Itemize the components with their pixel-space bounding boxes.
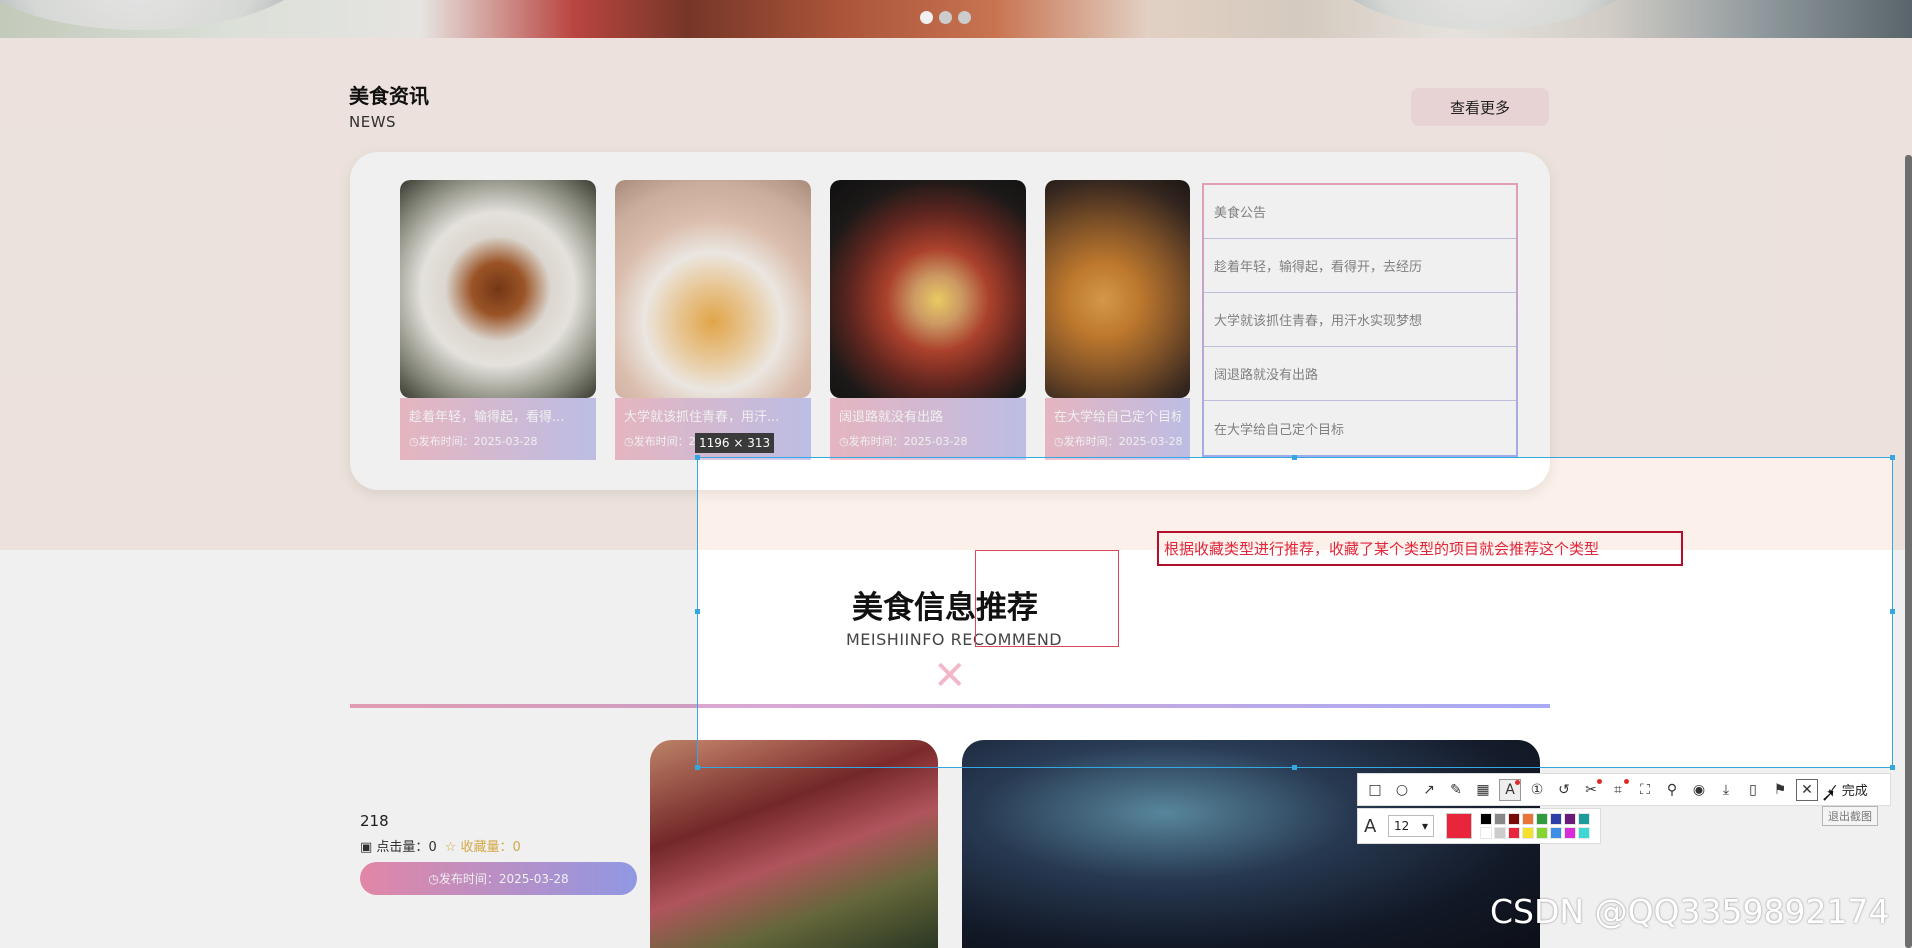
resize-handle[interactable]	[1890, 455, 1895, 460]
color-swatch[interactable]	[1508, 813, 1520, 825]
capture-toolbar: □ ○ ↗ ✎ ▦ A ① ↺ ✂ ⌗ ⛶ ⚲ ◉ ⤓ ▯ ⚑ ✕ ✓ 完成	[1357, 773, 1891, 806]
resize-handle[interactable]	[1292, 765, 1297, 770]
color-swatch[interactable]	[1564, 813, 1576, 825]
bookmark-icon[interactable]: ⚑	[1769, 779, 1791, 801]
text-annotation[interactable]: 根据收藏类型进行推荐，收藏了某个类型的项目就会推荐这个类型	[1157, 531, 1683, 566]
current-color-swatch[interactable]	[1446, 813, 1472, 839]
capture-dim-left	[0, 457, 697, 948]
color-swatch[interactable]	[1494, 827, 1506, 839]
color-swatch[interactable]	[1564, 827, 1576, 839]
translate-icon[interactable]: ⌗	[1607, 778, 1629, 801]
selection-size-label: 1196 × 313	[695, 433, 775, 453]
pen-icon[interactable]: ✎	[1445, 779, 1467, 801]
rectangle-annotation[interactable]	[975, 550, 1119, 647]
save-icon[interactable]: ⤓	[1715, 779, 1737, 801]
capture-dim-top	[0, 0, 1912, 457]
resize-handle[interactable]	[1292, 455, 1297, 460]
color-swatch[interactable]	[1494, 813, 1506, 825]
color-swatch[interactable]	[1508, 827, 1520, 839]
undo-icon[interactable]: ↺	[1553, 779, 1575, 801]
cutout-icon[interactable]: ✂	[1580, 778, 1602, 801]
color-swatch[interactable]	[1536, 813, 1548, 825]
arrow-icon[interactable]: ↗	[1418, 779, 1440, 801]
long-capture-icon[interactable]: ⛶	[1634, 779, 1656, 801]
chevron-down-icon: ▾	[1421, 819, 1428, 833]
resize-handle[interactable]	[1890, 765, 1895, 770]
rect-icon[interactable]: □	[1364, 779, 1386, 801]
text-icon[interactable]: A	[1499, 778, 1521, 801]
page-scrollbar[interactable]	[1905, 155, 1912, 948]
mosaic-icon[interactable]: ▦	[1472, 779, 1494, 801]
resize-handle[interactable]	[695, 455, 700, 460]
number-icon[interactable]: ①	[1526, 779, 1548, 801]
ellipse-icon[interactable]: ○	[1391, 779, 1413, 801]
font-size-select[interactable]: 12 ▾	[1388, 815, 1434, 837]
phone-icon[interactable]: ▯	[1742, 779, 1764, 801]
resize-handle[interactable]	[695, 609, 700, 614]
color-swatch[interactable]	[1522, 813, 1534, 825]
text-style-bar: A 12 ▾	[1357, 808, 1601, 844]
watermark: CSDN @QQ3359892174	[1490, 892, 1890, 931]
color-swatch[interactable]	[1578, 827, 1590, 839]
resize-handle[interactable]	[695, 765, 700, 770]
color-palette	[1480, 813, 1590, 839]
close-tooltip: 退出截图	[1822, 806, 1878, 826]
capture-selection[interactable]	[697, 457, 1893, 768]
mouse-cursor-icon: ➚	[1821, 785, 1837, 806]
color-swatch[interactable]	[1480, 827, 1492, 839]
resize-handle[interactable]	[1890, 609, 1895, 614]
font-icon: A	[1364, 815, 1377, 837]
record-icon[interactable]: ◉	[1688, 779, 1710, 801]
color-swatch[interactable]	[1578, 813, 1590, 825]
color-swatch[interactable]	[1522, 827, 1534, 839]
pin-icon[interactable]: ⚲	[1661, 779, 1683, 801]
color-swatch[interactable]	[1550, 827, 1562, 839]
color-swatch[interactable]	[1480, 813, 1492, 825]
color-swatch[interactable]	[1550, 813, 1562, 825]
color-swatch[interactable]	[1536, 827, 1548, 839]
close-icon[interactable]: ✕	[1796, 778, 1818, 801]
